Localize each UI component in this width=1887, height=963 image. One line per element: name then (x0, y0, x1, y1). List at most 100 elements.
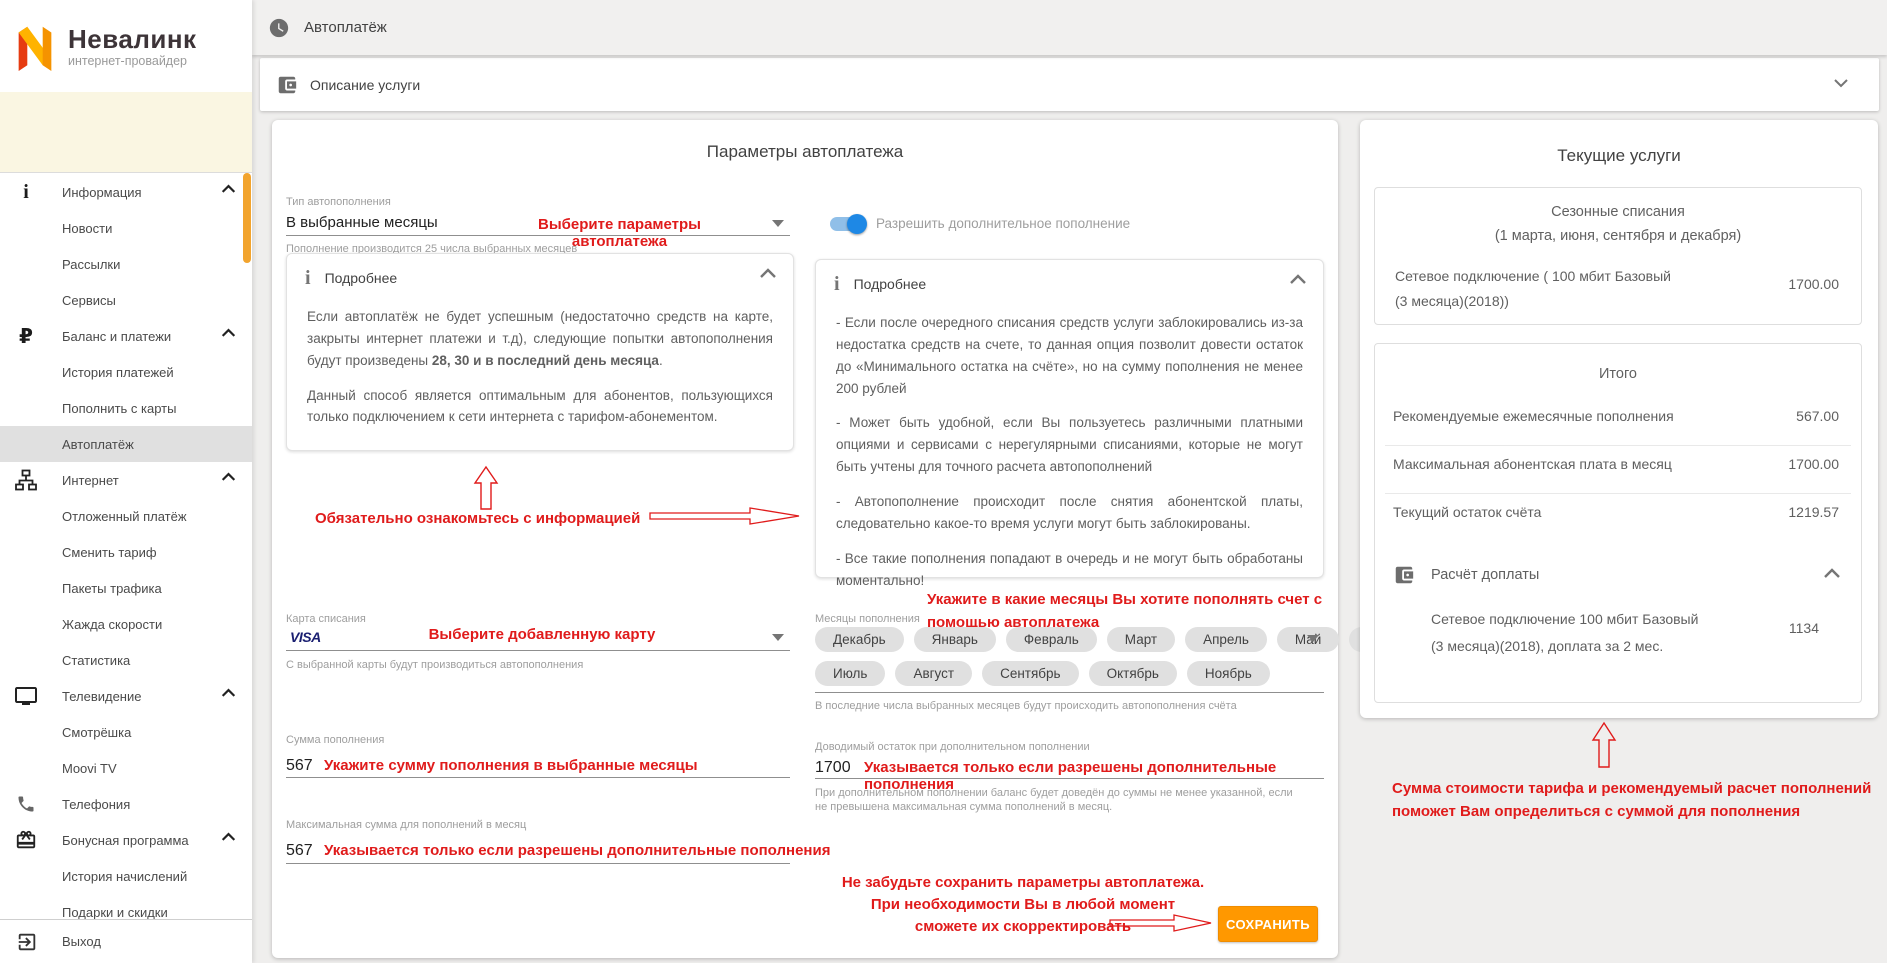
sidebar-item-label: Сменить тариф (62, 545, 157, 560)
sidebar-item-label: Сервисы (62, 293, 116, 308)
sidebar-item[interactable]: Пакеты трафика (0, 570, 252, 606)
ruble-icon: ₽ (13, 323, 39, 349)
sidebar-item[interactable]: Отложенный платёж (0, 498, 252, 534)
month-chip[interactable]: Октябрь (1089, 661, 1177, 686)
surcharge-item: Сетевое подключение 100 мбит Базовый (3 … (1431, 606, 1698, 660)
sidebar-item-label: Телевидение (62, 689, 141, 704)
card-field-label: Карта списания (286, 613, 366, 625)
save-button[interactable]: СОХРАНИТЬ (1218, 906, 1318, 942)
sidebar-item[interactable]: Интернет (0, 462, 252, 498)
sidebar-item-label: Жажда скорости (62, 617, 162, 632)
chevron-up-icon[interactable] (1289, 274, 1307, 285)
info-panel-right-title: Подробнее (854, 276, 927, 292)
sidebar-item[interactable]: Сменить тариф (0, 534, 252, 570)
card-underline (286, 650, 790, 651)
sidebar-item[interactable]: Подарки и скидки (0, 894, 252, 919)
card-annotation: Выберите добавленную карту (412, 626, 672, 643)
services-annotation: Сумма стоимости тарифа и рекомендуемый р… (1392, 777, 1887, 823)
service-description-bar[interactable]: Описание услуги (260, 58, 1879, 111)
sidebar-item[interactable]: История платежей (0, 354, 252, 390)
amount-field-label: Сумма пополнения (286, 734, 384, 746)
chevron-up-icon (221, 184, 236, 194)
surcharge-value: 1134 (1789, 620, 1819, 636)
month-chip[interactable]: Март (1107, 627, 1175, 652)
sidebar-item-logout[interactable]: Выход (0, 919, 252, 963)
sidebar-item[interactable]: Бонусная программа (0, 822, 252, 858)
current-services-card: Текущие услуги Сезонные списания (1 март… (1360, 120, 1878, 718)
sidebar-item[interactable]: ₽ Баланс и платежи (0, 318, 252, 354)
logo[interactable]: Невалинк интернет-провайдер (0, 0, 252, 92)
sidebar-scrollbar-thumb[interactable] (243, 173, 251, 263)
months-row-2: Июль Август Сентябрь Октябрь Ноябрь (815, 661, 1270, 686)
info-left-paragraph-1: Если автоплатёж не будет успешным (недос… (307, 306, 773, 372)
sidebar-item-label: Баланс и платежи (62, 329, 171, 344)
amount-input[interactable]: 567 (286, 757, 313, 775)
month-chip[interactable]: Январь (914, 627, 996, 652)
visa-logo[interactable]: VISA (290, 629, 321, 645)
surcharge-title: Расчёт доплаты (1431, 567, 1539, 583)
sidebar-item[interactable]: Новости (0, 210, 252, 246)
chevron-up-icon (221, 328, 236, 338)
tv-icon (13, 683, 39, 709)
info-icon: i (13, 179, 39, 205)
sidebar-item[interactable]: Жажда скорости (0, 606, 252, 642)
chevron-down-icon[interactable] (1833, 78, 1849, 88)
month-chip[interactable]: Ноябрь (1187, 661, 1270, 686)
target-field-label: Доводимый остаток при дополнительном поп… (815, 741, 1090, 753)
wallet-icon (1393, 564, 1415, 586)
brand-logo-icon (12, 21, 58, 71)
sidebar-item[interactable]: Статистика (0, 642, 252, 678)
info-right-paragraph-1: - Если после очередного списания средств… (836, 312, 1303, 399)
info-right-paragraph-4: - Все такие пополнения попадают в очеред… (836, 548, 1303, 592)
autopay-parameters-card: Параметры автоплатежа Тип автопополнения… (272, 120, 1338, 958)
logout-label: Выход (62, 934, 101, 949)
month-chip[interactable]: Апрель (1185, 627, 1267, 652)
seasonal-value: 1700.00 (1788, 276, 1839, 292)
month-chip[interactable]: Сентябрь (982, 661, 1078, 686)
type-select-arrow-icon[interactable] (772, 220, 784, 227)
sidebar-item[interactable]: Сервисы (0, 282, 252, 318)
chevron-up-icon[interactable] (759, 268, 777, 279)
sidebar-item-label: Moovi TV (62, 761, 117, 776)
toggle-thumb (847, 214, 867, 234)
totals-row-value: 567.00 (1796, 408, 1839, 424)
months-dropdown-arrow-icon[interactable] (1307, 635, 1319, 642)
extra-topup-toggle[interactable] (830, 217, 864, 231)
surcharge-header: Расчёт доплаты (1393, 564, 1539, 586)
sidebar-item[interactable]: Смотрёшка (0, 714, 252, 750)
sidebar-item-label: Бонусная программа (62, 833, 189, 848)
type-select[interactable]: В выбранные месяцы (286, 214, 438, 231)
sidebar-item[interactable]: Автоплатёж (0, 426, 252, 462)
sidebar-item[interactable]: Рассылки (0, 246, 252, 282)
month-chip[interactable]: Декабрь (815, 627, 904, 652)
info-icon: i (834, 274, 840, 294)
sidebar-menu: iИнформацияНовостиРассылки Сервисы ₽ Баланс… (0, 174, 252, 919)
totals-row-label: Максимальная абонентская плата в месяц (1393, 456, 1672, 472)
max-underline (286, 863, 790, 864)
month-chip[interactable]: Февраль (1006, 627, 1097, 652)
sidebar-item-label: Автоплатёж (62, 437, 134, 452)
sidebar-item[interactable]: Moovi TV (0, 750, 252, 786)
amount-underline (286, 777, 790, 778)
info-right-paragraph-2: - Может быть удобной, если Вы пользуетес… (836, 412, 1303, 478)
card-helper: С выбранной карты будут производиться ав… (286, 659, 583, 671)
seasonal-subtitle: (1 марта, июня, сентября и декабря) (1375, 228, 1861, 244)
sidebar-item[interactable]: iИнформация (0, 174, 252, 210)
extra-topup-toggle-label: Разрешить дополнительное пополнение (876, 216, 1130, 231)
chevron-up-icon (221, 472, 236, 482)
sidebar-item[interactable]: История начислений (0, 858, 252, 894)
sidebar-item[interactable]: Телевидение (0, 678, 252, 714)
totals-row-label: Рекомендуемые ежемесячные пополнения (1393, 408, 1674, 424)
red-right-arrow (648, 504, 802, 528)
max-input[interactable]: 567 (286, 842, 313, 860)
service-bar-label: Описание услуги (310, 77, 420, 93)
sidebar-item[interactable]: Телефония (0, 786, 252, 822)
month-chip[interactable]: Август (895, 661, 972, 686)
chevron-up-icon (221, 832, 236, 842)
target-input[interactable]: 1700 (815, 759, 851, 777)
sidebar-item[interactable]: Пополнить с карты (0, 390, 252, 426)
card-select-arrow-icon[interactable] (772, 634, 784, 641)
chevron-up-icon[interactable] (1823, 568, 1841, 579)
month-chip[interactable]: Июль (815, 661, 885, 686)
wallet-icon (276, 74, 298, 96)
